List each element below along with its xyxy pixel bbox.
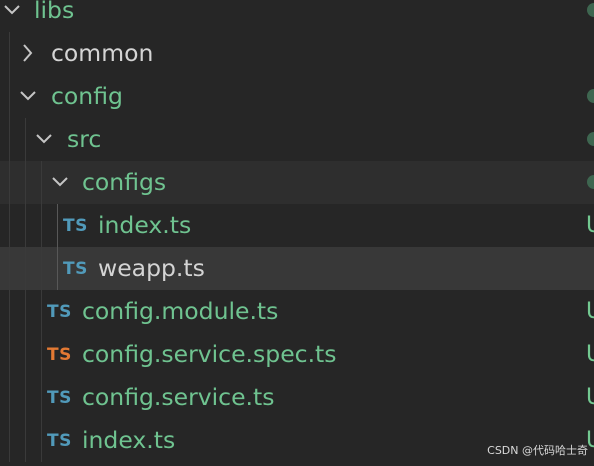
indent-guide [41,419,42,462]
tree-item-config-service-ts[interactable]: TS config.service.ts U [0,376,594,419]
tree-item-configs[interactable]: configs [0,161,594,204]
tree-item-config-module-ts[interactable]: TS config.module.ts U [0,290,594,333]
typescript-file-icon: TS [47,302,72,322]
tree-item-libs[interactable]: libs [0,0,594,32]
indent-guide [25,247,26,290]
file-label: index.ts [82,426,176,454]
typescript-file-icon: TS [47,388,72,408]
tree-item-config[interactable]: config [0,75,594,118]
chevron-down-icon[interactable] [34,118,54,161]
indent-guide [9,204,10,247]
indent-guide [25,161,26,204]
tree-item-common[interactable]: common [0,32,594,75]
indent-guide [41,376,42,419]
git-modified-dot [587,175,594,189]
indent-guide [25,333,26,376]
indent-guide [9,32,10,75]
folder-label: src [67,125,102,153]
indent-guide [41,161,42,204]
folder-label: configs [82,168,167,196]
indent-guide [9,333,10,376]
indent-guide [9,75,10,118]
git-untracked-badge: U [586,333,594,376]
git-modified-dot [587,89,594,103]
indent-guide [9,290,10,333]
indent-guide [57,204,58,247]
file-label: weapp.ts [98,254,205,282]
typescript-file-icon: TS [63,216,88,236]
git-untracked-badge: U [586,290,594,333]
tree-item-config-service-spec-ts[interactable]: TS config.service.spec.ts U [0,333,594,376]
folder-label: common [51,39,154,67]
indent-guide [25,118,26,161]
git-modified-dot [587,132,594,146]
chevron-down-icon[interactable] [2,0,22,32]
typescript-file-icon: TS [63,259,88,279]
file-label: index.ts [98,211,192,239]
indent-guide [9,118,10,161]
indent-guide [25,419,26,462]
indent-guide [9,161,10,204]
tree-item-weapp-ts[interactable]: TS weapp.ts [0,247,594,290]
folder-label: config [51,82,123,110]
git-untracked-badge: U [586,376,594,419]
indent-guide [25,204,26,247]
tree-item-src[interactable]: src [0,118,594,161]
indent-guide [25,290,26,333]
indent-guide [9,419,10,462]
file-label: config.service.ts [82,383,275,411]
typescript-file-icon: TS [47,431,72,451]
indent-guide [41,333,42,376]
folder-label: libs [34,0,75,24]
file-label: config.module.ts [82,297,279,325]
git-modified-dot [587,3,594,17]
file-explorer-tree: libs common config src configs TS index.… [0,0,594,466]
file-label: config.service.spec.ts [82,340,337,368]
chevron-right-icon[interactable] [18,32,38,75]
indent-guide [41,204,42,247]
indent-guide [9,247,10,290]
indent-guide [41,290,42,333]
watermark-text: CSDN @代码哈士奇 [487,444,588,457]
git-untracked-badge: U [586,204,594,247]
indent-guide [9,376,10,419]
indent-guide [57,247,58,290]
indent-guide [25,376,26,419]
tree-item-configs-index-ts[interactable]: TS index.ts U [0,204,594,247]
indent-guide [41,247,42,290]
typescript-test-file-icon: TS [47,345,72,365]
chevron-down-icon[interactable] [50,161,70,204]
chevron-down-icon[interactable] [18,75,38,118]
